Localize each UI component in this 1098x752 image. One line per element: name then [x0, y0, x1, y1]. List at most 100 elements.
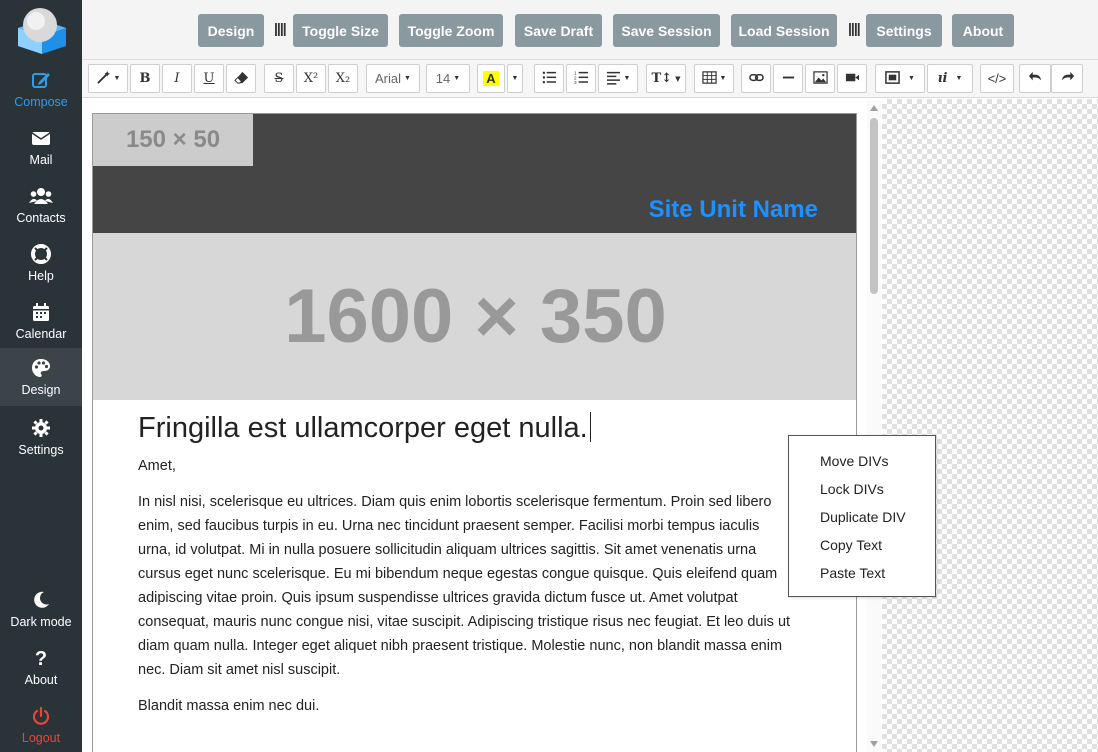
background-color-dropdown[interactable]: ▼	[875, 64, 925, 93]
text-cursor	[589, 412, 591, 442]
magic-wand-icon	[96, 70, 111, 88]
save-draft-button[interactable]: Save Draft	[515, 14, 602, 47]
font-family-value: Arial	[375, 71, 402, 86]
scrollbar-thumb[interactable]	[870, 118, 878, 294]
code-view-button[interactable]: </>	[980, 64, 1014, 93]
document-body[interactable]: Fringilla est ullamcorper eget nulla. Am…	[138, 410, 793, 718]
numbered-list-button[interactable]: 123	[566, 64, 596, 93]
font-size-tool-button[interactable]: T↕ ▼	[646, 64, 686, 93]
content-paragraph[interactable]: In nisl nisi, scelerisque eu ultrices. D…	[138, 490, 793, 682]
sidebar-item-label: Calendar	[15, 327, 67, 341]
video-button[interactable]	[837, 64, 867, 93]
menu-item-paste-text[interactable]: Paste Text	[820, 565, 885, 581]
editor-scrollbar[interactable]	[867, 100, 881, 752]
document-header[interactable]: 150 × 50 Site Unit Name	[93, 114, 856, 233]
about-button[interactable]: About	[952, 14, 1014, 47]
clear-format-button[interactable]	[226, 64, 256, 93]
save-session-button[interactable]: Save Session	[613, 14, 720, 47]
link-button[interactable]	[741, 64, 771, 93]
undo-icon	[1028, 70, 1043, 88]
menu-item-move-divs[interactable]: Move DIVs	[820, 453, 888, 469]
sidebar-item-mail[interactable]: Mail	[0, 118, 82, 176]
formatting-toolbar: ▼ B I U S X² X₂ Arial ▼ 14 ▼ A ▼ 123 ▼ T↕ ▼…	[82, 60, 1098, 98]
question-icon: ?	[34, 648, 48, 670]
sidebar-item-compose[interactable]: Compose	[0, 60, 82, 118]
undo-button[interactable]	[1019, 64, 1051, 93]
separator: ||||	[274, 20, 287, 36]
redo-button[interactable]	[1051, 64, 1083, 93]
video-icon	[845, 70, 860, 88]
text-style-icon: ɩi	[937, 71, 948, 86]
superscript-button[interactable]: X²	[296, 64, 326, 93]
palette-icon	[0, 358, 82, 380]
sidebar-item-design[interactable]: Design	[0, 348, 82, 406]
app-logo	[16, 6, 68, 54]
contacts-icon	[0, 186, 82, 208]
settings-button[interactable]: Settings	[866, 14, 942, 47]
magic-wand-button[interactable]: ▼	[88, 64, 128, 93]
site-unit-name[interactable]: Site Unit Name	[649, 196, 818, 224]
sidebar-item-calendar[interactable]: Calendar	[0, 292, 82, 350]
underline-button[interactable]: U	[194, 64, 224, 93]
font-family-select[interactable]: Arial ▼	[366, 64, 420, 93]
email-document[interactable]: 150 × 50 Site Unit Name 1600 × 350 Fring…	[92, 113, 857, 752]
content-paragraph[interactable]: Blandit massa enim nec dui.	[138, 694, 793, 718]
logo-placeholder[interactable]: 150 × 50	[93, 114, 253, 166]
highlight-color-dropdown[interactable]: ▼	[507, 64, 523, 93]
align-left-icon	[606, 70, 621, 88]
menu-item-duplicate-div[interactable]: Duplicate DIV	[820, 509, 906, 525]
sidebar-item-help[interactable]: Help	[0, 234, 82, 292]
content-heading[interactable]: Fringilla est ullamcorper eget nulla.	[138, 410, 793, 446]
text-style-dropdown[interactable]: ɩi ▼	[927, 64, 973, 93]
link-icon	[748, 70, 764, 88]
load-session-button[interactable]: Load Session	[731, 14, 837, 47]
sidebar-item-about[interactable]: ? About	[0, 638, 82, 696]
toggle-size-button[interactable]: Toggle Size	[293, 14, 388, 47]
editor-canvas[interactable]: 150 × 50 Site Unit Name 1600 × 350 Fring…	[82, 99, 882, 752]
font-size-value: 14	[435, 71, 451, 86]
toggle-zoom-button[interactable]: Toggle Zoom	[399, 14, 503, 47]
bold-button[interactable]: B	[130, 64, 160, 93]
sidebar-item-label: Contacts	[16, 211, 66, 225]
compose-icon	[0, 70, 82, 92]
menu-item-copy-text[interactable]: Copy Text	[820, 537, 882, 553]
sidebar-item-logout[interactable]: Logout	[0, 696, 82, 752]
calendar-icon	[0, 302, 82, 324]
strikethrough-button[interactable]: S	[264, 64, 294, 93]
context-menu: Move DIVs Lock DIVs Duplicate DIV Copy T…	[788, 435, 936, 597]
align-dropdown[interactable]: ▼	[598, 64, 638, 93]
table-button[interactable]: ▼	[694, 64, 734, 93]
gear-icon	[0, 418, 82, 440]
horizontal-rule-button[interactable]	[773, 64, 803, 93]
sidebar-item-label: About	[24, 673, 58, 687]
background-color-icon	[885, 70, 900, 88]
numbered-list-icon: 123	[574, 70, 589, 88]
sidebar-item-label: Logout	[21, 731, 61, 745]
moon-icon	[0, 590, 82, 612]
menu-item-lock-divs[interactable]: Lock DIVs	[820, 481, 884, 497]
content-subheading[interactable]: Amet,	[138, 454, 793, 478]
font-size-select[interactable]: 14 ▼	[426, 64, 470, 93]
image-button[interactable]	[805, 64, 835, 93]
hero-image-placeholder[interactable]: 1600 × 350	[93, 233, 856, 400]
bullet-list-button[interactable]	[534, 64, 564, 93]
sidebar-item-label: Settings	[18, 443, 64, 457]
subscript-button[interactable]: X₂	[328, 64, 358, 93]
italic-button[interactable]: I	[162, 64, 192, 93]
sidebar-item-dark-mode[interactable]: Dark mode	[0, 580, 82, 638]
scroll-down-arrow[interactable]	[870, 741, 878, 747]
horizontal-rule-icon	[781, 70, 796, 88]
canvas-background	[882, 99, 1098, 752]
image-icon	[812, 70, 828, 88]
svg-text:3: 3	[574, 80, 577, 85]
sidebar-item-label: Mail	[29, 153, 53, 167]
sidebar-item-contacts[interactable]: Contacts	[0, 176, 82, 234]
heading-text: Fringilla est ullamcorper eget nulla.	[138, 412, 588, 444]
bullet-list-icon	[542, 70, 557, 88]
design-button[interactable]: Design	[198, 14, 264, 47]
sidebar-item-settings[interactable]: Settings	[0, 408, 82, 466]
scroll-up-arrow[interactable]	[870, 105, 878, 111]
power-icon	[0, 706, 82, 728]
highlight-color-button[interactable]: A	[477, 64, 505, 93]
text-height-icon: T↕	[651, 71, 673, 86]
